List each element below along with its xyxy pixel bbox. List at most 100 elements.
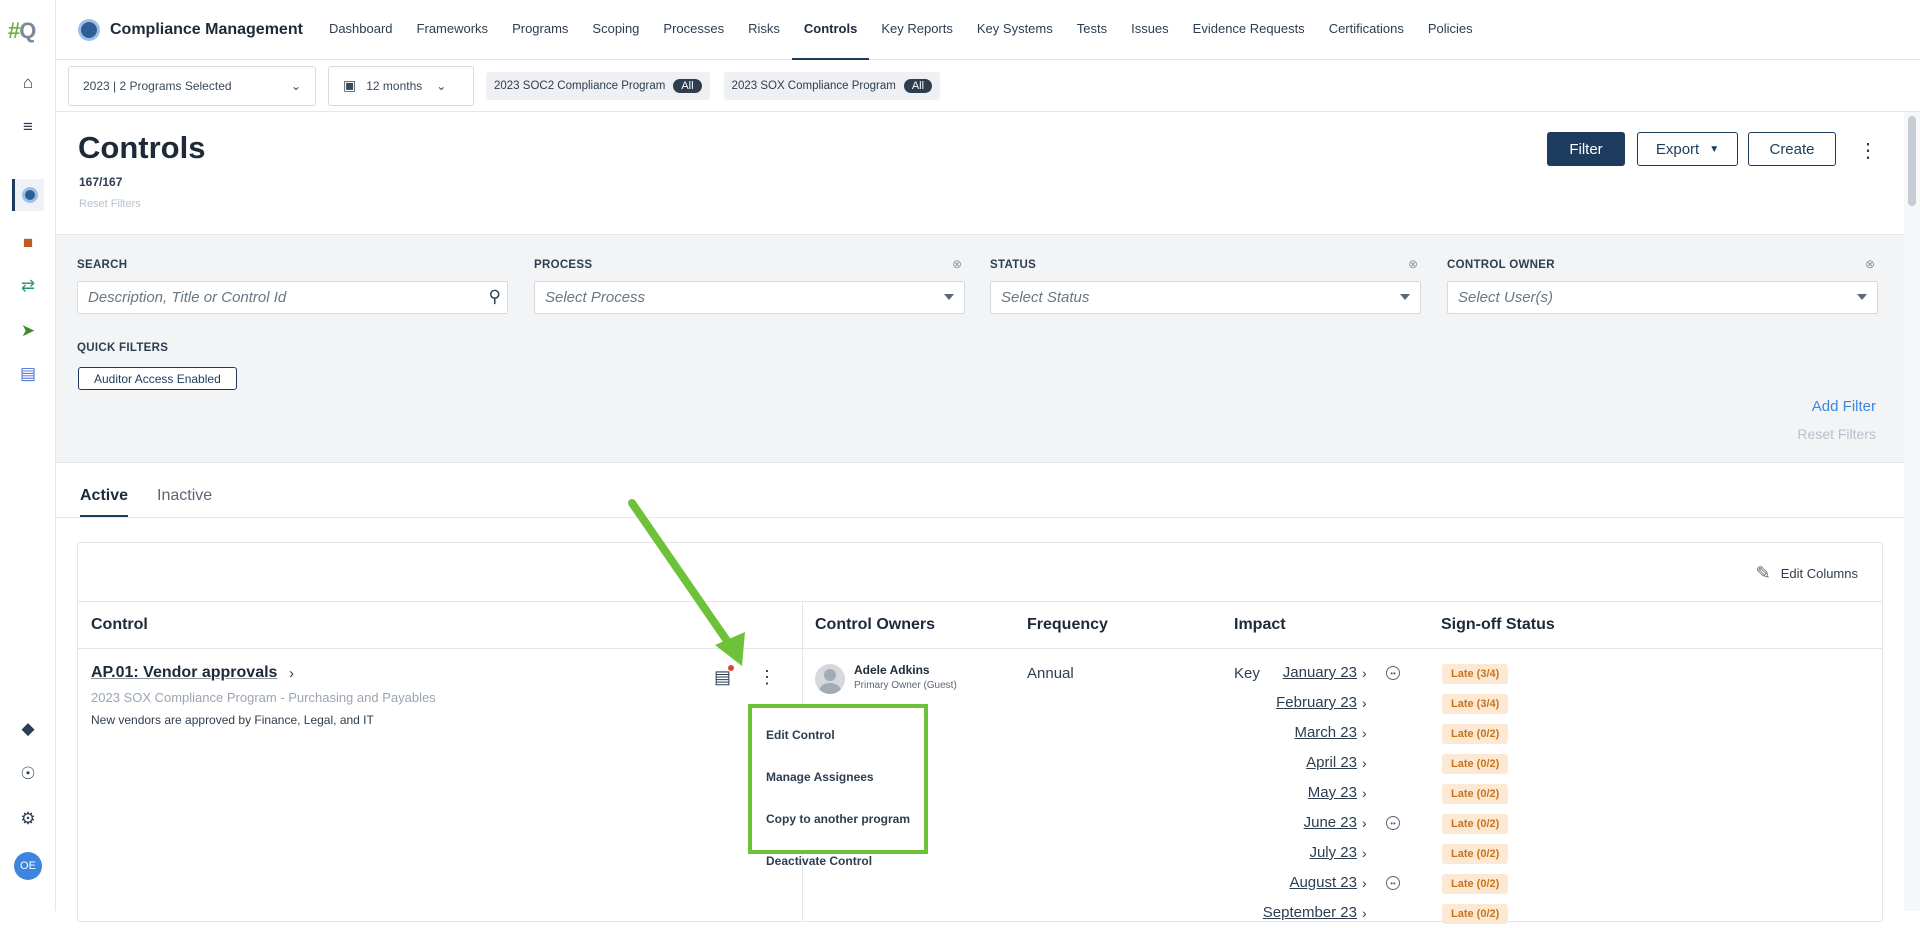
chevron-right-icon[interactable]: › (1362, 755, 1367, 771)
top-navigation: Compliance Management Dashboard Framewor… (56, 0, 1920, 60)
signoff-month-link[interactable]: March 23 (1294, 724, 1357, 741)
column-header-impact[interactable]: Impact (1234, 616, 1286, 634)
menu-item-edit-control[interactable]: Edit Control (766, 728, 835, 742)
edit-columns-button[interactable]: ✎ Edit Columns (1756, 563, 1858, 584)
column-header-control[interactable]: Control (91, 616, 148, 634)
gear-icon[interactable]: ⚙ (12, 803, 44, 835)
chevron-right-icon[interactable]: › (1362, 905, 1367, 921)
program-context-bar: 2023 | 2 Programs Selected ⌄ ▣ 12 months… (56, 60, 1920, 112)
program-chip-label: 2023 SOC2 Compliance Program (494, 79, 666, 92)
row-more-options-icon[interactable]: ⋮ (758, 667, 776, 688)
app-title: Compliance Management (110, 20, 303, 38)
nav-scoping[interactable]: Scoping (580, 0, 651, 60)
chevron-right-icon[interactable]: › (1362, 785, 1367, 801)
signoff-month-link[interactable]: August 23 (1289, 874, 1357, 891)
nav-issues[interactable]: Issues (1119, 0, 1181, 60)
nav-controls[interactable]: Controls (791, 0, 870, 60)
sync-icon[interactable]: ⇄ (12, 270, 44, 302)
signoff-month-link[interactable]: September 23 (1263, 904, 1357, 921)
comment-icon[interactable]: ▤ (714, 665, 735, 688)
signoff-month-link[interactable]: April 23 (1306, 754, 1357, 771)
status-select[interactable]: Select Status (990, 281, 1421, 314)
nav-evidence-requests[interactable]: Evidence Requests (1181, 0, 1317, 60)
page-scrollbar[interactable] (1904, 112, 1920, 911)
program-select[interactable]: 2023 | 2 Programs Selected ⌄ (68, 65, 316, 106)
chevron-right-icon[interactable]: › (1362, 875, 1367, 891)
tasks-icon[interactable]: ≡ (12, 111, 44, 143)
reset-filters-link[interactable]: Reset Filters (79, 198, 141, 210)
app-logo[interactable]: #Q (8, 18, 36, 44)
create-button[interactable]: Create (1748, 132, 1836, 166)
export-button[interactable]: Export ▼ (1637, 132, 1738, 166)
nav-tests[interactable]: Tests (1065, 0, 1119, 60)
signoff-row: May 23 › Late (0/2) (1178, 784, 1778, 808)
chevron-right-icon[interactable]: › (1362, 695, 1367, 711)
column-header-frequency[interactable]: Frequency (1027, 616, 1108, 634)
tab-active[interactable]: Active (80, 487, 129, 517)
nav-programs[interactable]: Programs (500, 0, 580, 60)
nav-policies[interactable]: Policies (1416, 0, 1485, 60)
signoff-month-link[interactable]: January 23 (1283, 664, 1357, 681)
nav-dashboard[interactable]: Dashboard (317, 0, 405, 60)
more-options-icon[interactable]: ⋮ (1858, 138, 1878, 163)
clear-owner-icon[interactable]: ⊗ (1865, 257, 1875, 271)
user-avatar[interactable]: OE (14, 852, 42, 880)
nav-key-systems[interactable]: Key Systems (965, 0, 1065, 60)
chevron-right-icon[interactable]: › (1362, 725, 1367, 741)
tab-inactive[interactable]: Inactive (157, 487, 212, 515)
search-input[interactable]: Description, Title or Control Id ⚲ (77, 281, 508, 314)
signoff-status-badge: Late (0/2) (1442, 784, 1509, 804)
brand[interactable]: Compliance Management (78, 18, 303, 41)
nav-certifications[interactable]: Certifications (1317, 0, 1416, 60)
nav-processes[interactable]: Processes (651, 0, 736, 60)
signoff-status-badge: Late (0/2) (1442, 724, 1509, 744)
period-select[interactable]: ▣ 12 months ⌄ (328, 65, 474, 106)
control-owner-label: CONTROL OWNER (1447, 259, 1555, 271)
filters-panel: SEARCH Description, Title or Control Id … (56, 234, 1904, 463)
chevron-right-icon[interactable]: › (1362, 665, 1367, 681)
status-select-placeholder: Select Status (1001, 289, 1090, 306)
compliance-icon[interactable] (12, 179, 44, 211)
row-context-menu: Edit Control Manage Assignees Copy to an… (748, 704, 928, 868)
compass-icon[interactable]: ☉ (12, 758, 44, 790)
nav-frameworks[interactable]: Frameworks (405, 0, 501, 60)
folder-icon[interactable]: ■ (12, 227, 44, 259)
program-chip-sox[interactable]: 2023 SOX Compliance Program All (723, 71, 941, 100)
signoff-month-link[interactable]: May 23 (1308, 784, 1357, 801)
chevron-right-icon[interactable]: › (1362, 845, 1367, 861)
filter-button[interactable]: Filter (1547, 132, 1625, 166)
process-select[interactable]: Select Process (534, 281, 965, 314)
search-icon[interactable]: ⚲ (489, 287, 501, 307)
home-icon[interactable]: ⌂ (12, 67, 44, 99)
learn-icon[interactable]: ◆ (12, 713, 44, 745)
chevron-right-icon[interactable]: › (1362, 815, 1367, 831)
program-select-value: 2023 | 2 Programs Selected (83, 78, 232, 93)
signoff-status-badge: Late (0/2) (1442, 844, 1509, 864)
clear-process-icon[interactable]: ⊗ (952, 257, 962, 271)
control-owner-select-placeholder: Select User(s) (1458, 289, 1554, 306)
quick-filter-auditor-access[interactable]: Auditor Access Enabled (78, 367, 237, 390)
add-filter-link[interactable]: Add Filter (1812, 398, 1876, 415)
menu-item-copy-program[interactable]: Copy to another program (766, 812, 910, 826)
nav-key-reports[interactable]: Key Reports (869, 0, 965, 60)
column-header-owners[interactable]: Control Owners (815, 616, 935, 634)
program-chip-badge: All (903, 78, 933, 93)
menu-item-manage-assignees[interactable]: Manage Assignees (766, 770, 874, 784)
control-title-link[interactable]: AP.01: Vendor approvals (91, 664, 277, 682)
signoff-month-link[interactable]: February 23 (1276, 694, 1357, 711)
reset-filters-link[interactable]: Reset Filters (1797, 426, 1876, 442)
calendar-icon: ▣ (343, 77, 357, 93)
chevron-right-icon[interactable]: › (289, 665, 294, 682)
nav-risks[interactable]: Risks (736, 0, 792, 60)
book-icon[interactable]: ▤ (12, 358, 44, 390)
signoff-month-link[interactable]: July 23 (1309, 844, 1357, 861)
signoff-row: September 23 › Late (0/2) (1178, 904, 1778, 928)
menu-item-deactivate-control[interactable]: Deactivate Control (766, 854, 872, 868)
control-owner-select[interactable]: Select User(s) (1447, 281, 1878, 314)
signoff-month-link[interactable]: June 23 (1304, 814, 1357, 831)
clear-status-icon[interactable]: ⊗ (1408, 257, 1418, 271)
program-chip-soc2[interactable]: 2023 SOC2 Compliance Program All (486, 71, 710, 100)
send-icon[interactable]: ➤ (12, 315, 44, 347)
column-header-signoff[interactable]: Sign-off Status (1441, 616, 1555, 634)
scrollbar-thumb[interactable] (1908, 116, 1916, 206)
